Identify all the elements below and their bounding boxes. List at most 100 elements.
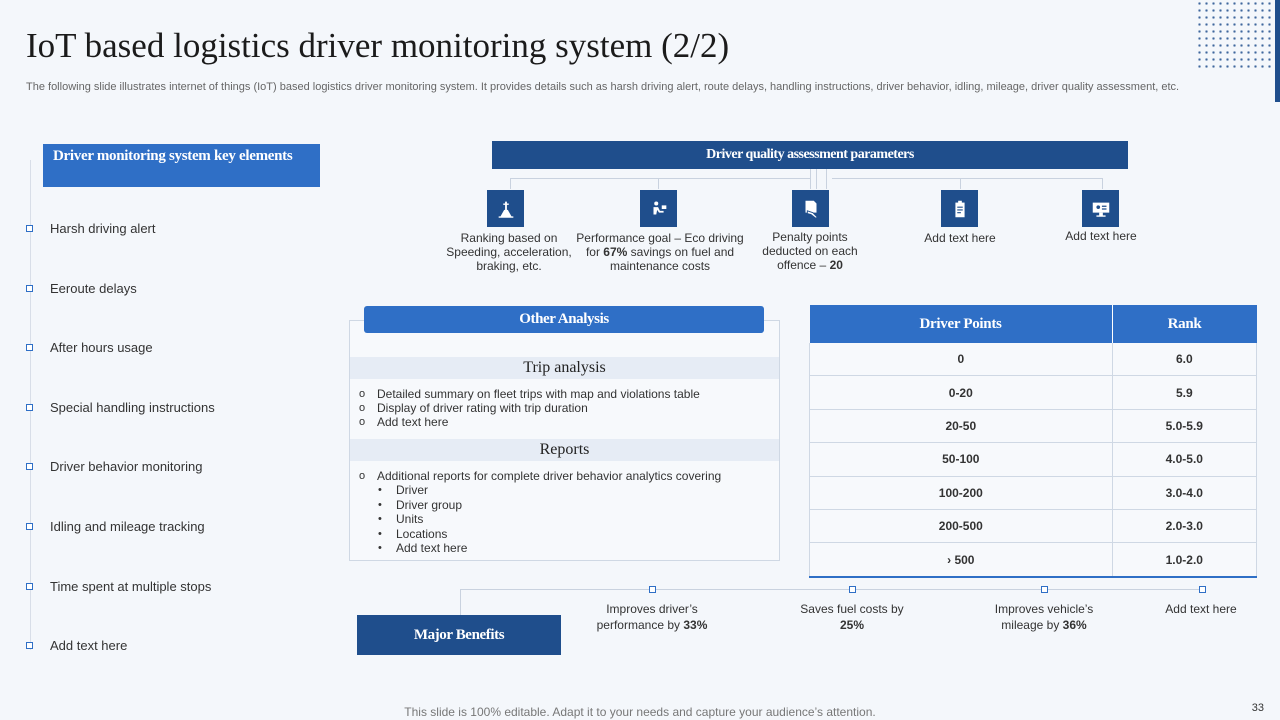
driver-points-cell: 50-100 [809, 442, 1113, 477]
table-row: 50-100 4.0-5.0 [809, 442, 1258, 477]
benefit-text-3: Add text here [1165, 602, 1237, 616]
rank-cell: 5.9 [1112, 375, 1258, 410]
page-subtitle: The following slide illustrates internet… [26, 81, 1180, 93]
square-bullet-icon [26, 463, 33, 470]
rank-cell: 6.0 [1112, 343, 1258, 377]
monitor-icon [1082, 190, 1119, 227]
circle-bullet-icon: o [359, 402, 366, 414]
param-text-0: Ranking based on Speeding, acceleration,… [446, 231, 572, 273]
benefit-text-1: Saves fuel costs by 25% [800, 602, 904, 632]
rank-cell: 2.0-3.0 [1112, 509, 1258, 544]
reports-item-label: Units [396, 512, 424, 526]
circle-bullet-icon: o [359, 388, 366, 400]
rank-cell: 4.0-5.0 [1112, 442, 1258, 477]
circle-bullet-icon: o [359, 416, 366, 428]
left-list-item: Add text here [26, 638, 127, 653]
other-analysis-header: Other Analysis [364, 306, 764, 333]
left-list-item: Harsh driving alert [26, 221, 156, 236]
decorative-accent-bar [1275, 0, 1280, 102]
left-list-item-label: Eeroute delays [50, 281, 137, 296]
benefit-marker [1041, 586, 1048, 593]
benefit-marker [1199, 586, 1206, 593]
quality-header: Driver quality assessment parameters [492, 141, 1128, 169]
left-list-item-label: Add text here [50, 638, 128, 653]
connector [510, 178, 511, 189]
connector [1102, 178, 1103, 189]
reports-item-label: Driver group [396, 497, 463, 512]
reports-item-label: Add text here [396, 541, 468, 555]
param-text-4: Add text here [1065, 229, 1137, 243]
left-list-item: Time spent at multiple stops [26, 579, 211, 594]
square-bullet-icon [26, 642, 33, 649]
driver-points-cell: › 500 [809, 542, 1113, 578]
connector [810, 169, 811, 189]
footer-note: This slide is 100% editable. Adapt it to… [404, 705, 876, 719]
table-row: 100-200 3.0-4.0 [809, 476, 1258, 510]
table-row: › 500 1.0-2.0 [809, 542, 1258, 578]
left-list-item-label: Harsh driving alert [50, 221, 156, 236]
square-bullet-icon [26, 583, 33, 590]
dot-bullet-icon: • [378, 527, 382, 540]
connector [960, 178, 961, 189]
benefit-marker [649, 586, 656, 593]
connector [826, 169, 827, 189]
connector [816, 169, 817, 189]
driver-points-cell: 0-20 [809, 375, 1113, 410]
dot-bullet-icon: • [378, 542, 382, 554]
benefit-text-2: Improves vehicle’s mileage by 36% [994, 602, 1094, 632]
trip-analysis-item: o Display of driver rating with trip dura… [359, 401, 588, 415]
dot-bullet-icon: • [378, 484, 382, 496]
page-title: IoT based logistics driver monitoring sy… [26, 26, 730, 65]
table-header-driver-points: Driver Points [809, 305, 1113, 343]
table-row: 0 6.0 [809, 343, 1258, 377]
rank-cell: 1.0-2.0 [1112, 542, 1258, 578]
reports-item: • Driver [378, 483, 428, 497]
connector [510, 178, 810, 179]
square-bullet-icon [26, 225, 33, 232]
reports-item: • Units [378, 512, 423, 526]
connector [832, 178, 1102, 179]
square-bullet-icon [26, 523, 33, 530]
driver-points-table: Driver Points Rank 0 6.0 0-20 5.9 20-50 5.0-5… [809, 305, 1258, 578]
reports-item-label: Locations [396, 526, 448, 541]
rank-cell: 3.0-4.0 [1112, 476, 1258, 510]
dot-bullet-icon: • [378, 513, 382, 525]
square-bullet-icon [26, 404, 33, 411]
rank-cell: 5.0-5.9 [1112, 409, 1258, 444]
clipboard-icon [941, 190, 978, 227]
driver-icon [640, 190, 677, 227]
left-panel-header: Driver monitoring system key elements [43, 144, 320, 187]
reports-intro: o Additional reports for complete driver … [359, 469, 722, 483]
benefits-line [460, 589, 1202, 590]
dot-bullet-icon: • [378, 498, 382, 511]
param-text-3: Add text here [924, 231, 996, 245]
trip-analysis-item: o Add text here [359, 415, 448, 429]
driver-points-cell: 20-50 [809, 409, 1113, 444]
left-list-item: Eeroute delays [26, 281, 137, 296]
table-row: 200-500 2.0-3.0 [809, 509, 1258, 544]
driver-points-cell: 100-200 [809, 476, 1113, 510]
left-list-item: Idling and mileage tracking [26, 519, 205, 534]
trip-analysis-item: o Detailed summary on fleet trips with ma… [359, 387, 700, 401]
param-text-1: Performance goal – Eco driving for 67% s… [576, 231, 744, 273]
benefits-line [460, 589, 461, 615]
left-list-item-label: Time spent at multiple stops [50, 579, 212, 594]
road-icon [487, 190, 524, 227]
left-list-item-label: After hours usage [50, 340, 153, 355]
reports-item: • Locations [378, 527, 447, 541]
left-list-item-label: Idling and mileage tracking [50, 519, 205, 534]
reports-item: • Add text here [378, 541, 467, 555]
decorative-dot-grid [1196, 0, 1272, 68]
param-text-2: Penalty points deducted on each offence … [762, 230, 858, 272]
page-number: 33 [1251, 702, 1264, 714]
trip-analysis-item-label: Detailed summary on fleet trips with map… [377, 387, 700, 401]
table-row: 20-50 5.0-5.9 [809, 409, 1258, 444]
reports-item-label: Driver [396, 483, 428, 497]
square-bullet-icon [26, 285, 33, 292]
penalty-icon [792, 190, 829, 227]
trip-analysis-title: Trip analysis [350, 357, 779, 379]
table-header-rank: Rank [1112, 305, 1257, 343]
benefit-marker [849, 586, 856, 593]
driver-points-cell: 0 [809, 343, 1113, 377]
table-row: 0-20 5.9 [809, 375, 1258, 410]
